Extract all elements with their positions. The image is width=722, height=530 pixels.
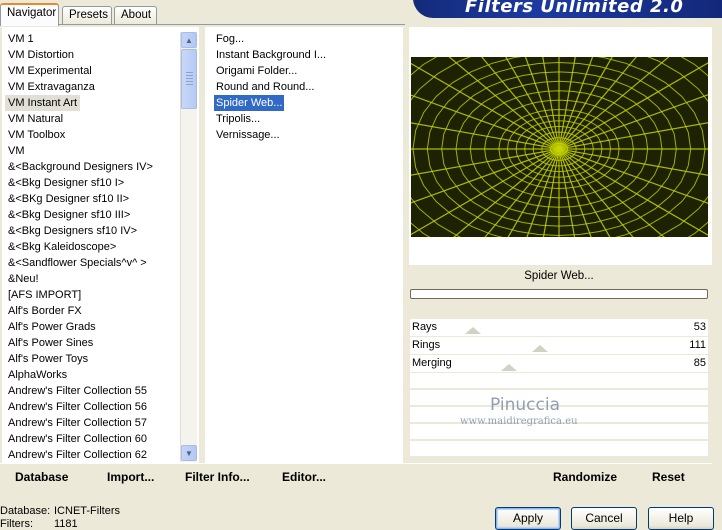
category-item[interactable]: Andrew's Filter Collection 56 [8,399,147,415]
category-item[interactable]: &<Bkg Kaleidoscope> [8,239,116,255]
param-value: 85 [693,357,706,369]
category-item[interactable]: Andrew's Filter Collection 55 [8,383,147,399]
param-label: Rings [412,339,441,351]
category-item[interactable]: Alf's Power Grads [8,319,96,335]
category-item[interactable]: VM 1 [8,31,34,47]
filter-item[interactable]: Instant Background I... [216,47,326,63]
window-title: Filters Unlimited 2.0 [413,0,722,18]
category-item[interactable]: &<BKg Designer sf10 II> [8,191,129,207]
empty-param-row [410,373,708,388]
category-scrollbar[interactable]: ▲ ▼ [180,32,197,462]
param-label: Rays [412,321,438,333]
category-item[interactable]: VM Toolbox [8,127,65,143]
category-item[interactable]: Andrew's Filter Collection 60 [8,431,147,447]
current-filter-name: Spider Web... [524,270,594,282]
category-item[interactable]: Alf's Power Toys [8,351,88,367]
category-item[interactable]: AlphaWorks [8,367,67,383]
empty-param-row [410,441,708,456]
filter-info-button[interactable]: Filter Info... [185,470,250,484]
category-item[interactable]: &<Sandflower Specials^v^ > [8,255,147,271]
status-database-value: ICNET-Filters [54,505,120,517]
category-item[interactable]: Andrew's Filter Collection 57 [8,415,147,431]
scroll-down-icon[interactable]: ▼ [181,445,197,461]
cancel-button[interactable]: Cancel [571,507,637,530]
param-label: Merging [412,357,452,369]
scroll-thumb[interactable] [181,49,197,109]
tab-navigator[interactable]: Navigator [0,3,59,26]
param-value: 53 [693,321,706,333]
randomize-button[interactable]: Randomize [553,470,617,484]
filter-item[interactable]: Fog... [216,31,244,47]
category-item[interactable]: VM Distortion [8,47,74,63]
category-item[interactable]: &<Bkg Designer sf10 III> [8,207,130,223]
status-filters: Filters: 1181 [0,518,78,530]
filter-item[interactable]: Round and Round... [216,79,314,95]
category-item[interactable]: Alf's Power Sines [8,335,93,351]
param-rings[interactable]: Rings 111 [410,337,708,354]
filter-item[interactable]: Tripolis... [216,111,260,127]
category-item[interactable]: [AFS IMPORT] [8,287,81,303]
category-item[interactable]: VM [8,143,25,159]
status-filters-value: 1181 [54,518,78,530]
database-button[interactable]: Database [15,470,68,484]
tab-about[interactable]: About [114,6,157,25]
category-item[interactable]: VM Experimental [8,63,92,79]
watermark-name: Pinuccia [490,395,560,415]
help-button[interactable]: Help [648,507,714,530]
progress-bar [410,289,708,299]
category-item[interactable]: &Neu! [8,271,39,287]
apply-button[interactable]: Apply [495,507,561,530]
status-database: Database: ICNET-Filters [0,505,120,517]
category-item[interactable]: &<Bkg Designers sf10 IV> [8,223,137,239]
filter-item[interactable]: Vernissage... [216,127,280,143]
filter-item[interactable]: Origami Folder... [216,63,297,79]
category-item[interactable]: &<Bkg Designer sf10 I> [8,175,124,191]
category-item[interactable]: VM Extravaganza [8,79,95,95]
category-item[interactable]: Andrew's Filter Collection 62 [8,447,147,463]
tab-presets[interactable]: Presets [62,6,112,25]
tab-divider [0,24,405,25]
param-rays[interactable]: Rays 53 [410,319,708,336]
filter-item[interactable]: Spider Web... [214,95,285,111]
status-database-label: Database: [0,505,51,517]
merging-slider-handle[interactable] [501,364,517,371]
category-item[interactable]: VM Natural [8,111,63,127]
category-item[interactable]: VM Instant Art [5,95,81,111]
rays-slider-handle[interactable] [465,327,481,334]
category-item[interactable]: &<Background Designers IV> [8,159,153,175]
scroll-up-icon[interactable]: ▲ [181,32,197,48]
rings-slider-handle[interactable] [532,345,548,352]
preview-image [411,57,708,237]
watermark-url: www.maidiregrafica.eu [460,416,578,427]
reset-button[interactable]: Reset [652,470,685,484]
param-merging[interactable]: Merging 85 [410,355,708,372]
import-button[interactable]: Import... [107,470,154,484]
status-filters-label: Filters: [0,518,33,530]
param-value: 111 [689,339,706,351]
editor-button[interactable]: Editor... [282,470,326,484]
category-item[interactable]: Alf's Border FX [8,303,82,319]
